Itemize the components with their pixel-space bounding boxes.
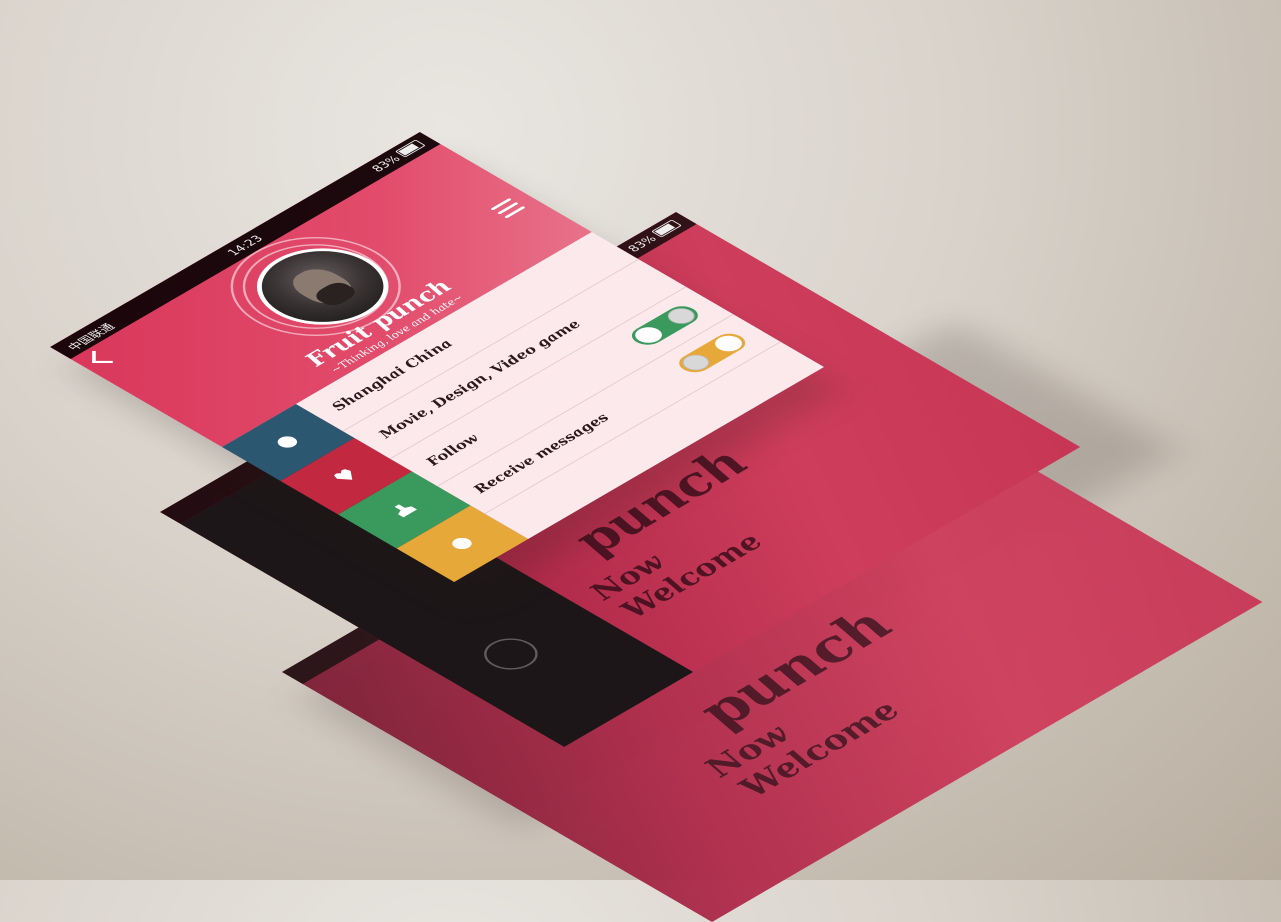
carrier-label: 中国联通 <box>64 321 118 353</box>
globe-icon <box>273 434 302 450</box>
battery-icon <box>394 139 426 158</box>
battery-percent: 83% <box>368 153 404 174</box>
heart-icon <box>332 468 360 484</box>
person-icon <box>390 502 418 518</box>
middle-battery-text: 83% <box>624 233 660 254</box>
back-chevron-icon[interactable] <box>92 350 113 364</box>
battery-icon <box>651 219 683 238</box>
hamburger-menu-icon[interactable] <box>490 198 530 221</box>
ghost-icon <box>473 632 549 676</box>
follow-label: Follow <box>421 431 484 468</box>
chat-bubble-icon <box>447 535 476 552</box>
